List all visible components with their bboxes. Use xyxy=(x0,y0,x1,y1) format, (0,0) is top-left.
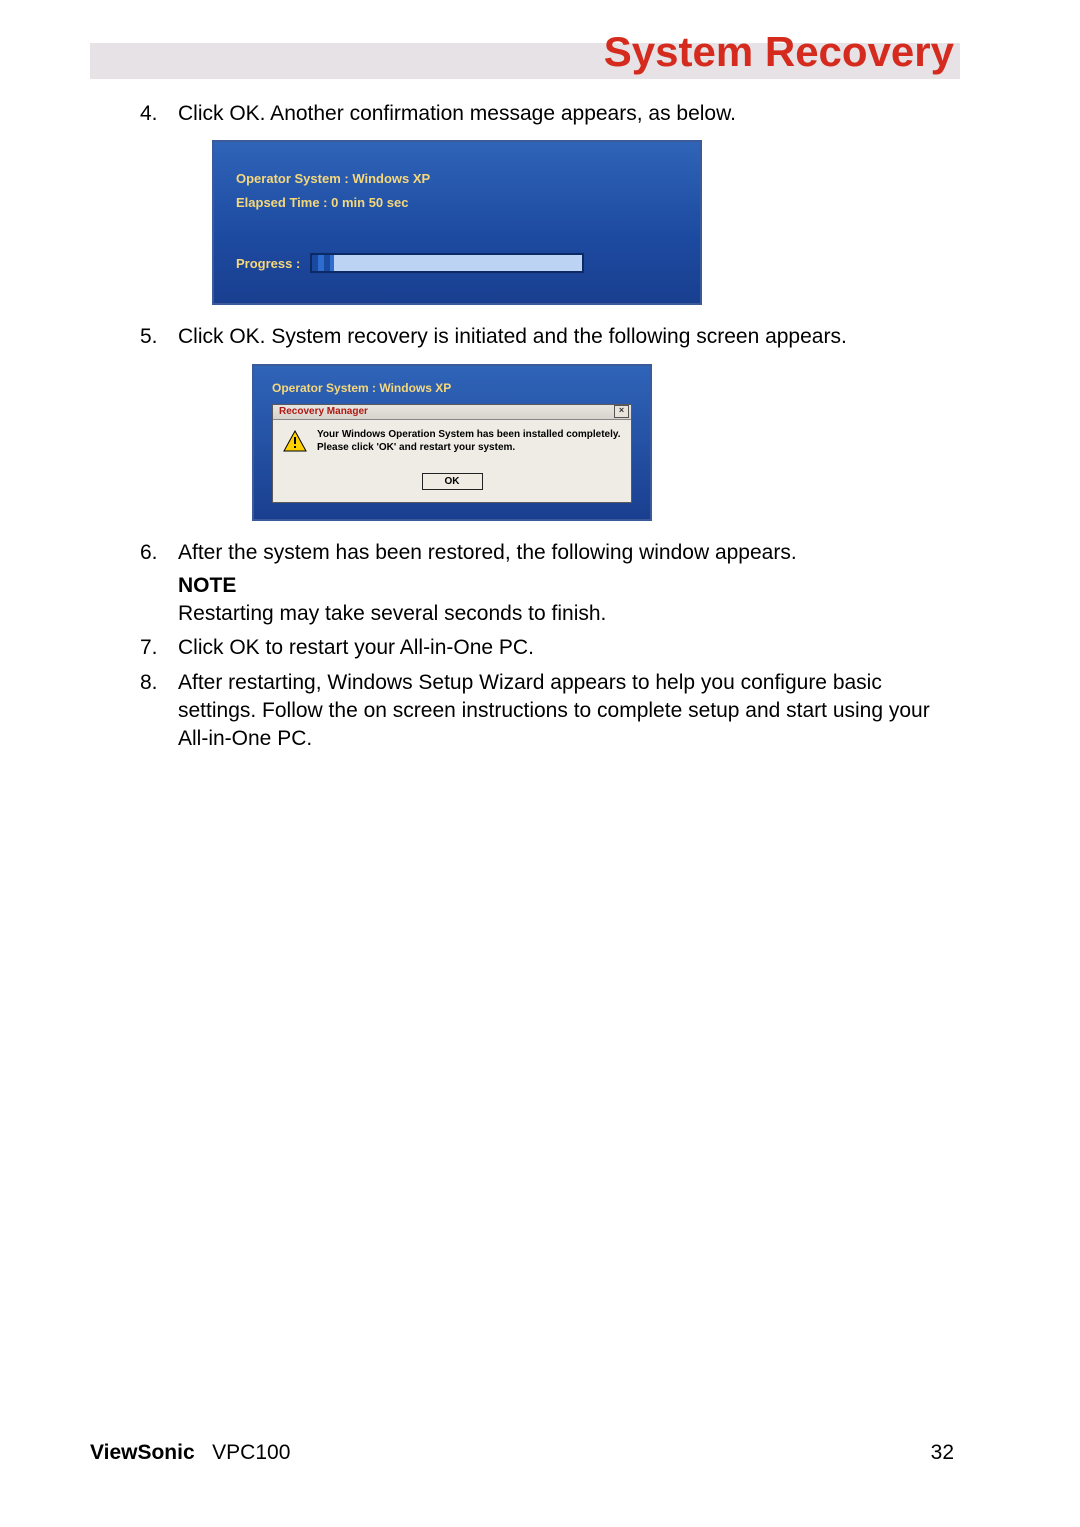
dialog-message-line1: Your Windows Operation System has been i… xyxy=(317,428,621,441)
elapsed-time-label: Elapsed Time : 0 min 50 sec xyxy=(236,194,678,212)
progress-row: Progress : xyxy=(236,253,678,273)
step-8: 8. After restarting, Windows Setup Wizar… xyxy=(140,669,930,754)
progress-bar xyxy=(310,253,584,273)
progress-label: Progress : xyxy=(236,255,300,273)
step-text: Click OK. System recovery is initiated a… xyxy=(178,323,930,351)
step-text: After the system has been restored, the … xyxy=(178,539,930,628)
dialog-box: Recovery Manager × Your Windows Operatio… xyxy=(272,404,632,503)
step-number: 6. xyxy=(140,539,178,628)
progress-fill xyxy=(312,255,334,271)
step-number: 4. xyxy=(140,100,178,128)
dialog-title: Recovery Manager xyxy=(279,405,368,419)
dialog-message: Your Windows Operation System has been i… xyxy=(317,428,621,454)
step-number: 5. xyxy=(140,323,178,351)
recovery-manager-window: Operator System : Windows XP Recovery Ma… xyxy=(252,364,652,522)
warning-icon xyxy=(283,430,307,452)
note-label: NOTE xyxy=(178,572,930,600)
dialog-body: Your Windows Operation System has been i… xyxy=(273,420,631,458)
step-text: Click OK. Another confirmation message a… xyxy=(178,100,930,128)
dialog-message-line2: Please click 'OK' and restart your syste… xyxy=(317,441,621,454)
content-area: 4. Click OK. Another confirmation messag… xyxy=(140,100,930,760)
brand-name: ViewSonic xyxy=(90,1441,195,1464)
step-6-text: After the system has been restored, the … xyxy=(178,541,797,564)
dialog-button-row: OK xyxy=(273,458,631,502)
step-text: After restarting, Windows Setup Wizard a… xyxy=(178,669,930,754)
footer: ViewSonic VPC100 32 xyxy=(90,1441,954,1465)
page-title: System Recovery xyxy=(604,28,954,76)
os-label: Operator System : Windows XP xyxy=(236,170,678,188)
model-name xyxy=(201,1441,213,1464)
progress-window: Operator System : Windows XP Elapsed Tim… xyxy=(212,140,702,305)
dialog-titlebar: Recovery Manager × xyxy=(273,405,631,420)
close-icon[interactable]: × xyxy=(614,405,629,418)
step-text: Click OK to restart your All-in-One PC. xyxy=(178,634,930,662)
step-7: 7. Click OK to restart your All-in-One P… xyxy=(140,634,930,662)
os-label: Operator System : Windows XP xyxy=(272,380,632,396)
step-number: 7. xyxy=(140,634,178,662)
step-5: 5. Click OK. System recovery is initiate… xyxy=(140,323,930,351)
model-name-text: VPC100 xyxy=(212,1441,290,1464)
step-4: 4. Click OK. Another confirmation messag… xyxy=(140,100,930,128)
page-number: 32 xyxy=(931,1441,954,1465)
step-number: 8. xyxy=(140,669,178,754)
step-6: 6. After the system has been restored, t… xyxy=(140,539,930,628)
ok-button[interactable]: OK xyxy=(422,473,483,491)
footer-left: ViewSonic VPC100 xyxy=(90,1441,290,1465)
note-text: Restarting may take several seconds to f… xyxy=(178,600,930,628)
